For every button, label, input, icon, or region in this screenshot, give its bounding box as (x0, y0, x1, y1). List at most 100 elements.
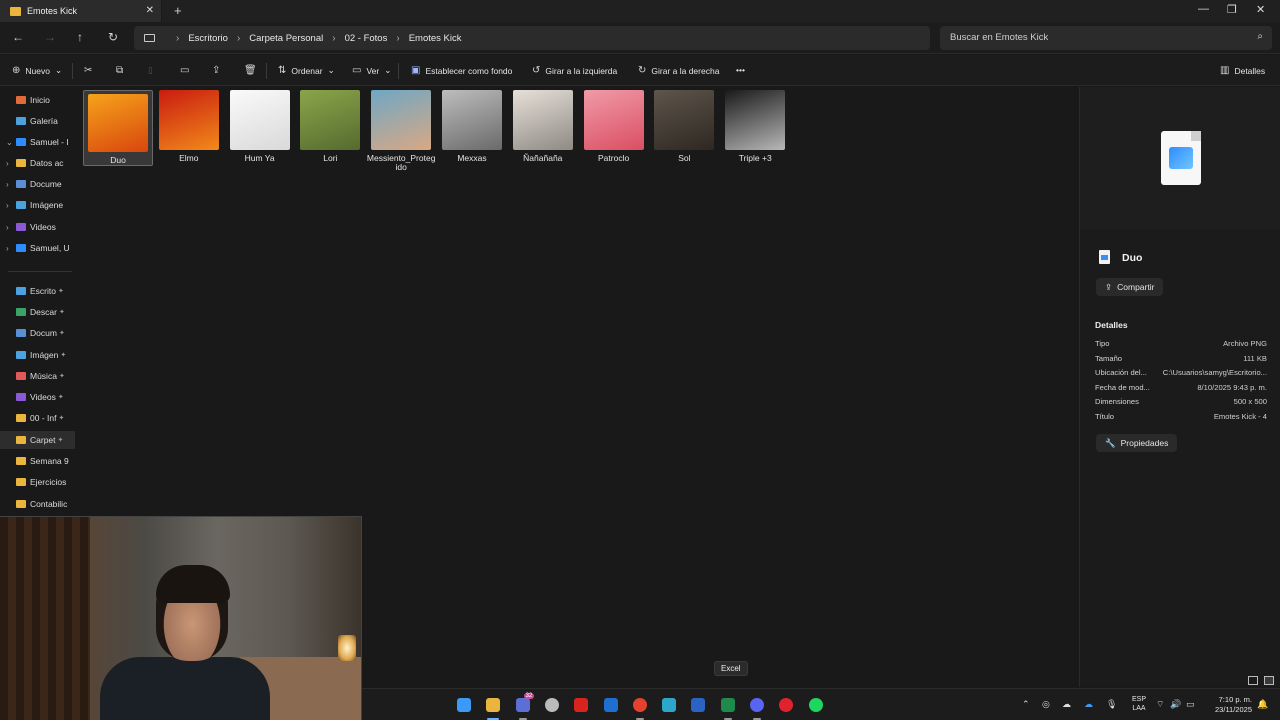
address-bar[interactable]: › Escritorio › Carpeta Personal › 02 - F… (134, 26, 930, 50)
word-icon[interactable] (691, 698, 706, 712)
file-name: Hum Ya (244, 153, 275, 163)
language-indicator[interactable]: ESP LAA (1129, 695, 1149, 713)
png-file-icon (1099, 250, 1110, 264)
properties-button[interactable]: 🔧 Propiedades (1096, 434, 1178, 452)
refresh-button[interactable]: ↻ (108, 30, 118, 44)
sidebar-item[interactable]: Videos ✦ (0, 388, 75, 406)
share-icon: ⇪ (1105, 281, 1113, 292)
file-item[interactable]: Mexxas (437, 90, 507, 163)
sidebar-item[interactable]: Inicio (0, 91, 75, 109)
minimize-button[interactable]: — (1198, 3, 1209, 15)
security-icon[interactable]: ◎ (1042, 699, 1050, 710)
file-item[interactable]: Duo (83, 90, 153, 166)
chevron-icon[interactable]: › (6, 159, 16, 168)
wifi-icon[interactable]: ⌔ (1156, 699, 1164, 710)
file-item[interactable]: Hum Ya (225, 90, 295, 163)
up-button[interactable]: ↑ (77, 30, 83, 44)
excel-icon[interactable] (720, 698, 735, 712)
sidebar-item[interactable]: Carpet ✦ (0, 431, 75, 449)
battery-icon[interactable]: ▭ (1186, 699, 1195, 710)
chevron-icon[interactable]: › (6, 244, 16, 253)
tiles-view-toggle[interactable] (1264, 676, 1274, 685)
view-button[interactable]: ▭ Ver ⌄ (352, 65, 391, 76)
file-thumbnail (654, 90, 715, 150)
copilot-icon[interactable] (544, 698, 559, 712)
share-button[interactable]: ⇪ (212, 65, 220, 76)
sidebar-item[interactable]: › Docume (0, 175, 75, 193)
cloud-icon[interactable]: ☁ (1062, 699, 1071, 710)
set-background-button[interactable]: ▣ Establecer como fondo (411, 65, 512, 76)
onedrive-icon[interactable]: ☁ (1084, 699, 1093, 710)
breadcrumb-emotes-kick[interactable]: Emotes Kick (409, 33, 462, 44)
share-label: Compartir (1117, 282, 1155, 292)
sidebar-item[interactable]: Galería (0, 112, 75, 130)
sidebar-item[interactable]: › Imágene (0, 196, 75, 214)
sidebar-item[interactable]: Docum ✦ (0, 324, 75, 342)
sidebar-item[interactable]: Escrito ✦ (0, 282, 75, 300)
discord-icon[interactable] (750, 698, 764, 712)
file-item[interactable]: Triple +3 (720, 90, 790, 163)
sidebar-item[interactable]: Música ✦ (0, 367, 75, 385)
notifications-icon[interactable]: 🔔 (1257, 699, 1268, 710)
microphone-icon[interactable]: 🎙 (1106, 699, 1117, 710)
sidebar-item[interactable]: › Datos ac (0, 154, 75, 172)
back-button[interactable]: ← (12, 30, 24, 44)
windows-start-icon[interactable] (457, 698, 471, 712)
breadcrumb-fotos[interactable]: 02 - Fotos (345, 33, 388, 44)
teams-icon[interactable] (515, 698, 530, 712)
chrome-icon[interactable] (632, 698, 647, 712)
file-name: Mexxas (457, 153, 487, 163)
paste-button[interactable]: ▯ (148, 65, 153, 76)
sort-button[interactable]: ⇅ Ordenar ⌄ (278, 65, 335, 76)
file-item[interactable]: Sol (649, 90, 719, 163)
rename-button[interactable]: ▭ (180, 65, 189, 76)
details-button[interactable]: ▥ Detalles (1220, 65, 1265, 76)
search-input[interactable]: Buscar en Emotes Kick ⌕ (940, 26, 1272, 50)
volume-icon[interactable]: 🔊 (1170, 699, 1181, 710)
sidebar-item[interactable]: › Videos (0, 218, 75, 236)
rotate-left-button[interactable]: ↺ Girar a la izquierda (532, 65, 617, 76)
file-item[interactable]: Ñañañaña (508, 90, 578, 163)
opera-icon[interactable] (779, 698, 794, 712)
edge-icon[interactable] (662, 698, 677, 712)
copy-button[interactable]: ⧉ (116, 65, 123, 76)
more-options-button[interactable]: ••• (736, 65, 745, 75)
file-item[interactable]: Lori (295, 90, 365, 163)
file-item[interactable]: Messiento_Protegido (366, 90, 436, 172)
delete-button[interactable]: 🗑 (244, 65, 257, 76)
chevron-icon[interactable]: › (6, 223, 16, 232)
chevron-up-icon[interactable]: ⌃ (1022, 699, 1030, 710)
chevron-icon[interactable]: › (6, 201, 16, 210)
outlook-icon[interactable] (603, 698, 618, 712)
maximize-button[interactable]: ❐ (1227, 3, 1237, 16)
rename-icon: ▭ (180, 65, 190, 76)
rotate-right-button[interactable]: ↻ Girar a la derecha (638, 65, 719, 76)
breadcrumb-carpeta-personal[interactable]: Carpeta Personal (249, 33, 323, 44)
new-button[interactable]: ⊕ Nuevo ⌄ (12, 65, 62, 76)
sidebar-item[interactable]: Contabilic (0, 495, 75, 513)
sidebar-item[interactable]: Ejercicios (0, 473, 75, 491)
clock[interactable]: 7:10 p. m. 23/11/2025 (1208, 695, 1252, 715)
cut-button[interactable]: ✂ (84, 65, 92, 76)
sidebar-item[interactable]: › Samuel, U (0, 239, 75, 257)
sidebar-item[interactable]: 00 - Inf ✦ (0, 409, 75, 427)
spotify-icon[interactable] (808, 698, 823, 712)
file-explorer-icon[interactable] (486, 698, 501, 712)
file-item[interactable]: Elmo (154, 90, 224, 163)
file-item[interactable]: Patroclo (579, 90, 649, 163)
sidebar-item[interactable]: Descar ✦ (0, 303, 75, 321)
forward-button[interactable]: → (44, 30, 56, 44)
close-window-button[interactable]: ✕ (1256, 3, 1265, 16)
tab-emotes-kick[interactable]: Emotes Kick ✕ (0, 0, 162, 22)
chevron-icon[interactable]: › (6, 180, 16, 189)
netflix-icon[interactable] (574, 698, 589, 712)
new-tab-button[interactable]: + (174, 3, 182, 18)
sidebar-item[interactable]: Imágen ✦ (0, 346, 75, 364)
share-button-details[interactable]: ⇪ Compartir (1096, 278, 1164, 296)
sidebar-item[interactable]: Semana 9 (0, 452, 75, 470)
close-tab-icon[interactable]: ✕ (146, 5, 154, 16)
chevron-icon[interactable]: ⌄ (6, 138, 16, 147)
sidebar-item[interactable]: ⌄ Samuel - I (0, 133, 75, 151)
details-view-toggle[interactable] (1248, 676, 1258, 685)
breadcrumb-escritorio[interactable]: Escritorio (188, 33, 228, 44)
